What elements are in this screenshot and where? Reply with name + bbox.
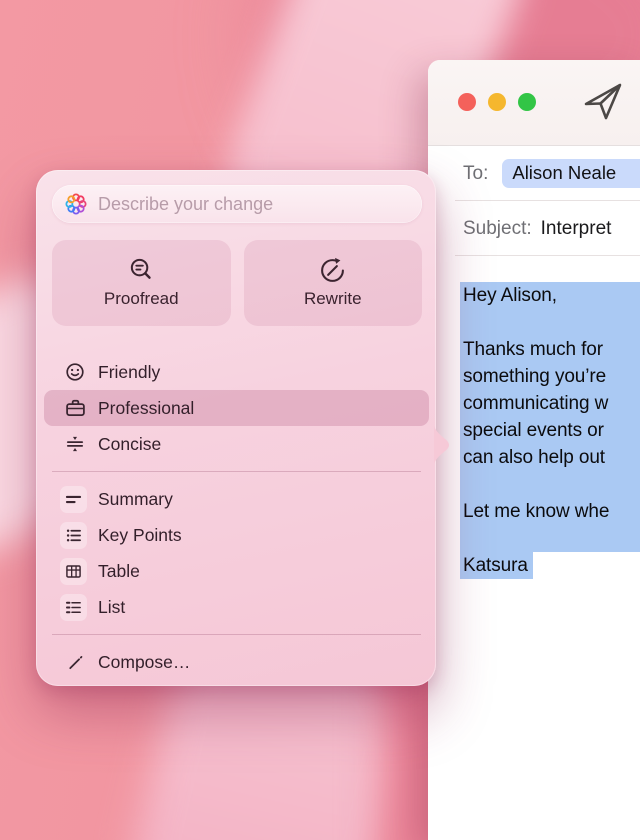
summary-lines-icon [60, 486, 87, 513]
dash-list-icon [60, 594, 87, 621]
menu-label: List [98, 597, 125, 618]
menu-item-key-points[interactable]: Key Points [44, 517, 429, 553]
briefcase-icon [63, 397, 87, 420]
signature: Katsura [460, 552, 533, 579]
recipient-token[interactable]: Alison Neale [502, 159, 640, 188]
subject-row[interactable]: Subject: Interpret [428, 201, 640, 256]
zoom-button[interactable] [518, 93, 536, 111]
mail-compose-window: To: Alison Neale Subject: Interpret Hey … [428, 60, 640, 840]
subject-label: Subject: [463, 218, 532, 240]
close-button[interactable] [458, 93, 476, 111]
menu-label: Compose… [98, 652, 190, 673]
compress-lines-icon [63, 433, 87, 455]
menu-label: Concise [98, 434, 161, 455]
proofread-label: Proofread [104, 289, 179, 309]
menu-item-summary[interactable]: Summary [44, 481, 429, 517]
body-line: Hey Alison, [460, 282, 640, 309]
body-line: Katsura [463, 552, 640, 579]
subject-value[interactable]: Interpret [541, 218, 612, 240]
menu-label: Key Points [98, 525, 182, 546]
rewrite-button[interactable]: Rewrite [244, 240, 423, 326]
send-button[interactable] [580, 78, 626, 124]
to-label: To: [463, 163, 488, 185]
row-divider [455, 255, 640, 256]
window-controls [458, 93, 536, 111]
menu-item-table[interactable]: Table [44, 553, 429, 589]
menu-label: Table [98, 561, 140, 582]
apple-intelligence-icon [65, 193, 87, 215]
body-line: can also help out [460, 444, 640, 471]
writing-tools-popover: Proofread Rewrite [36, 170, 436, 686]
smiley-icon [63, 361, 87, 383]
to-row[interactable]: To: Alison Neale [428, 146, 640, 201]
menu-label: Friendly [98, 362, 160, 383]
titlebar [428, 60, 640, 146]
menu-item-compose[interactable]: Compose… [44, 644, 429, 680]
body-line: something you’re [460, 363, 640, 390]
paper-plane-icon [580, 78, 626, 124]
writing-tools-menu: Friendly Professional [44, 354, 429, 680]
popover-tail [434, 426, 449, 464]
body-line: Thanks much for [460, 336, 640, 363]
menu-label: Summary [98, 489, 173, 510]
menu-label: Professional [98, 398, 194, 419]
proofread-button[interactable]: Proofread [52, 240, 231, 326]
body-line [460, 309, 640, 336]
primary-actions: Proofread Rewrite [52, 240, 422, 326]
body-line: Let me know whe [460, 498, 640, 525]
menu-item-list[interactable]: List [44, 589, 429, 625]
rewrite-label: Rewrite [304, 289, 362, 309]
body-line [460, 525, 640, 552]
pencil-icon [63, 652, 87, 673]
body-line [460, 471, 640, 498]
body-line: communicating w [460, 390, 640, 417]
table-grid-icon [60, 558, 87, 585]
menu-item-concise[interactable]: Concise [44, 426, 429, 462]
menu-item-friendly[interactable]: Friendly [44, 354, 429, 390]
body-line: special events or [460, 417, 640, 444]
rewrite-circle-pencil-icon [319, 257, 346, 284]
prompt-field[interactable] [52, 185, 422, 223]
menu-divider [52, 634, 421, 635]
prompt-input[interactable] [96, 184, 422, 224]
menu-item-professional[interactable]: Professional [44, 390, 429, 426]
menu-divider [52, 471, 421, 472]
text-magnifier-icon [128, 257, 155, 284]
message-body[interactable]: Hey Alison, Thanks much for something yo… [428, 256, 640, 579]
minimize-button[interactable] [488, 93, 506, 111]
bullet-list-icon [60, 522, 87, 549]
desktop: To: Alison Neale Subject: Interpret Hey … [0, 0, 640, 840]
